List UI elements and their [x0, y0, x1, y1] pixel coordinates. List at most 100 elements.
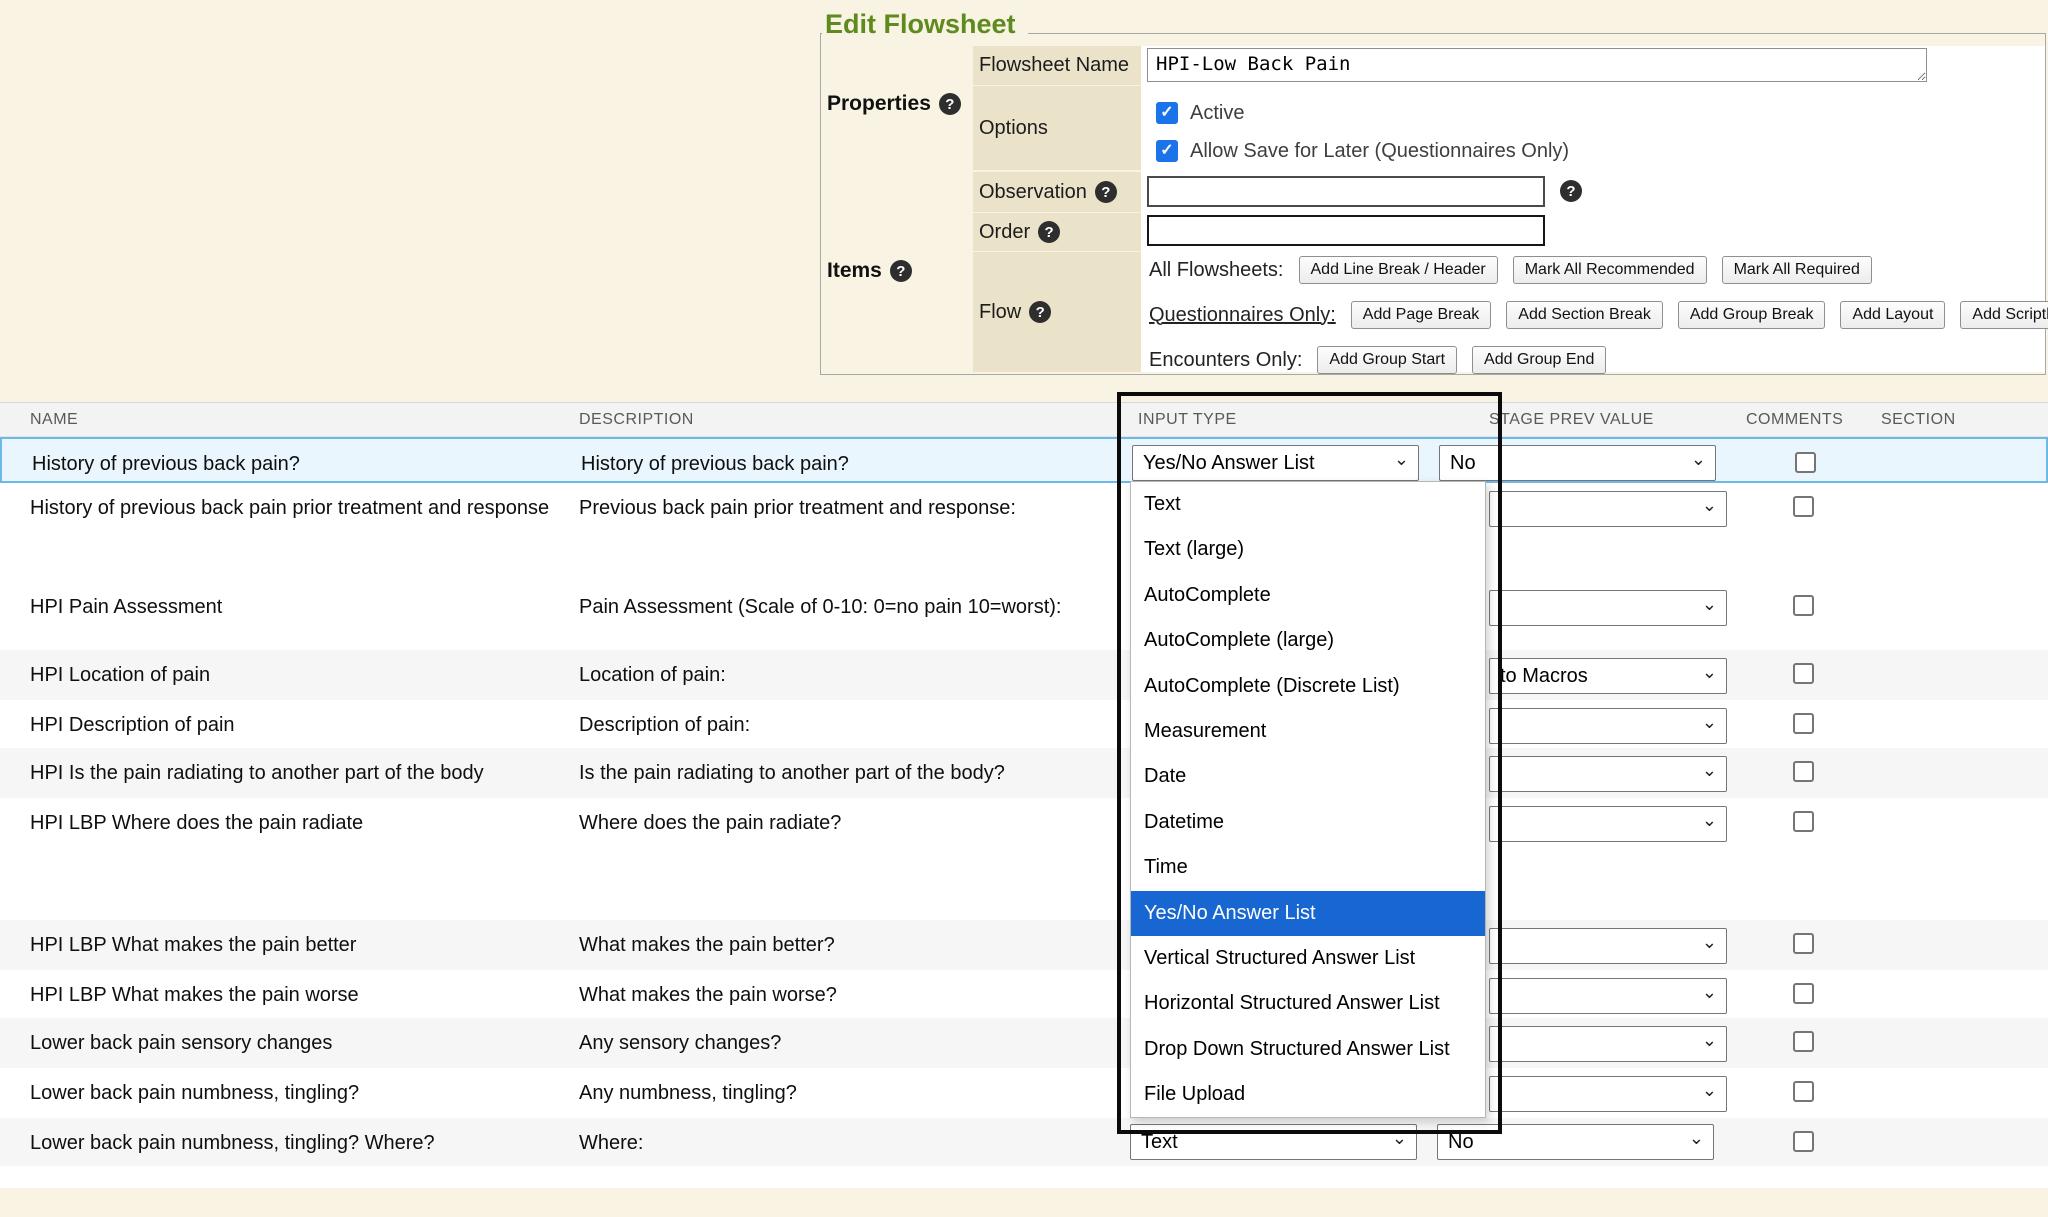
flow-line-questionnaires-only: Questionnaires Only: Add Page Break Add …	[1149, 300, 2048, 330]
comments-checkbox[interactable]: ✓	[1793, 663, 1814, 684]
comments-checkbox[interactable]: ✓	[1793, 1031, 1814, 1052]
select-value: Text	[1141, 1131, 1178, 1154]
stage-prev-value-select[interactable]: ⌄	[1489, 1076, 1727, 1112]
dropdown-option[interactable]: Measurement	[1131, 709, 1485, 754]
stage-prev-value-select[interactable]: ⌄	[1489, 928, 1727, 964]
select-value: No	[1450, 452, 1476, 475]
checkmark-icon: ✓	[1160, 105, 1173, 121]
item-name: Lower back pain sensory changes	[30, 1030, 550, 1057]
order-label: Order ?	[973, 213, 1141, 251]
stage-prev-value-select[interactable]: ⌄	[1489, 806, 1727, 842]
comments-checkbox[interactable]: ✓	[1793, 713, 1814, 734]
flow-action-button[interactable]: Add Scriptlet	[1960, 301, 2048, 329]
item-name: HPI Pain Assessment	[30, 594, 550, 621]
dropdown-option[interactable]: AutoComplete (large)	[1131, 618, 1485, 663]
chevron-down-icon: ⌄	[1702, 712, 1717, 733]
item-name: HPI LBP Where does the pain radiate	[30, 810, 550, 837]
dropdown-option[interactable]: Time	[1131, 845, 1485, 890]
flow-action-button[interactable]: Mark All Required	[1722, 256, 1872, 284]
comments-checkbox[interactable]: ✓	[1793, 761, 1814, 782]
default-value-select[interactable]: No ⌄	[1437, 1124, 1714, 1160]
items-group-label: Items ?	[827, 259, 912, 283]
stage-prev-value-select[interactable]: ⌄	[1489, 491, 1727, 527]
comments-checkbox[interactable]: ✓	[1793, 1081, 1814, 1102]
dropdown-option[interactable]: File Upload	[1131, 1072, 1485, 1117]
flow-action-button[interactable]: Add Page Break	[1351, 301, 1492, 329]
chevron-down-icon: ⌄	[1702, 760, 1717, 781]
comments-checkbox[interactable]: ✓	[1793, 811, 1814, 832]
observation-input[interactable]	[1147, 176, 1545, 207]
comments-checkbox[interactable]: ✓	[1793, 933, 1814, 954]
flow-action-button[interactable]: Add Layout	[1840, 301, 1945, 329]
all-flowsheets-label: All Flowsheets:	[1149, 259, 1284, 282]
edit-flowsheet-panel: Edit Flowsheet Properties ? Items ? Flow…	[820, 33, 2046, 375]
input-type-select[interactable]: Text ⌄	[1130, 1124, 1417, 1160]
option-checkbox[interactable]: ✓	[1156, 102, 1178, 124]
help-icon[interactable]: ?	[1038, 221, 1060, 243]
flow-action-button[interactable]: Mark All Recommended	[1513, 256, 1707, 284]
dropdown-option[interactable]: Drop Down Structured Answer List	[1131, 1027, 1485, 1072]
flow-label: Flow ?	[973, 252, 1141, 372]
checkmark-icon: ✓	[1160, 143, 1173, 159]
select-value: Yes/No Answer List	[1143, 452, 1315, 475]
column-header: COMMENTS	[1746, 403, 1843, 436]
option-checkbox[interactable]: ✓	[1156, 140, 1178, 162]
item-description: Previous back pain prior treatment and r…	[579, 495, 1064, 522]
help-icon[interactable]: ?	[1095, 181, 1117, 203]
table-row: Lower back pain sensory changes Any sens…	[0, 1018, 2048, 1068]
help-icon[interactable]: ?	[890, 260, 912, 282]
comments-checkbox[interactable]: ✓	[1793, 1131, 1814, 1152]
comments-checkbox[interactable]: ✓	[1793, 595, 1814, 616]
flow-action-button[interactable]: Add Section Break	[1506, 301, 1663, 329]
input-type-dropdown-menu: Text Text (large) AutoComplete AutoCompl…	[1130, 481, 1486, 1118]
option-line: ✓ Allow Save for Later (Questionnaires O…	[1156, 138, 1569, 164]
stage-prev-value-select[interactable]: ⌄	[1489, 978, 1727, 1014]
flow-line-encounters-only: Encounters Only: Add Group Start Add Gro…	[1149, 345, 1606, 375]
stage-prev-value-select[interactable]: ⌄	[1489, 1026, 1727, 1062]
dropdown-option[interactable]: Yes/No Answer List	[1131, 891, 1485, 936]
help-icon[interactable]: ?	[1560, 180, 1582, 202]
help-icon[interactable]: ?	[1029, 301, 1051, 323]
dropdown-option[interactable]: AutoComplete (Discrete List)	[1131, 664, 1485, 709]
default-value-select[interactable]: No ⌄	[1439, 445, 1716, 481]
stage-prev-value-select[interactable]: to Macros ⌄	[1489, 658, 1727, 694]
chevron-down-icon: ⌄	[1702, 1080, 1717, 1101]
chevron-down-icon: ⌄	[1702, 1030, 1717, 1051]
dropdown-option[interactable]: Vertical Structured Answer List	[1131, 936, 1485, 981]
stage-prev-value-select[interactable]: ⌄	[1489, 590, 1727, 626]
flowsheet-items-table-body: History of previous back pain? History o…	[0, 437, 2048, 1166]
item-name: Lower back pain numbness, tingling?	[30, 1080, 550, 1107]
dropdown-option[interactable]: Text	[1131, 482, 1485, 527]
help-icon[interactable]: ?	[939, 93, 961, 115]
dropdown-option[interactable]: Date	[1131, 754, 1485, 799]
item-description: History of previous back pain?	[581, 451, 1066, 478]
flow-action-button[interactable]: Add Group End	[1472, 346, 1606, 374]
table-header-row: NAME DESCRIPTION INPUT TYPE STAGE PREV V…	[0, 402, 2048, 437]
observation-label: Observation ?	[973, 172, 1141, 212]
column-header: NAME	[30, 403, 78, 436]
flow-action-button[interactable]: Add Group Break	[1678, 301, 1826, 329]
comments-checkbox[interactable]: ✓	[1793, 983, 1814, 1004]
questionnaires-only-label[interactable]: Questionnaires Only:	[1149, 304, 1336, 327]
stage-prev-value-select[interactable]: ⌄	[1489, 708, 1727, 744]
item-name: HPI Description of pain	[30, 712, 550, 739]
dropdown-option[interactable]: Text (large)	[1131, 527, 1485, 572]
item-description: Any sensory changes?	[579, 1030, 1064, 1057]
dropdown-option[interactable]: Horizontal Structured Answer List	[1131, 981, 1485, 1026]
order-input[interactable]	[1147, 215, 1545, 246]
item-name: Lower back pain numbness, tingling? Wher…	[30, 1130, 550, 1157]
input-type-select[interactable]: Yes/No Answer List ⌄	[1132, 445, 1419, 481]
stage-prev-value-select[interactable]: ⌄	[1489, 756, 1727, 792]
table-row: HPI LBP Where does the pain radiate Wher…	[0, 798, 2048, 920]
comments-checkbox[interactable]: ✓	[1795, 452, 1816, 473]
item-description: What makes the pain better?	[579, 932, 1064, 959]
flowsheet-name-input[interactable]: HPI-Low Back Pain	[1147, 48, 1927, 82]
flow-action-button[interactable]: Add Group Start	[1317, 346, 1457, 374]
dropdown-option[interactable]: Datetime	[1131, 800, 1485, 845]
page-title: Edit Flowsheet	[822, 9, 1028, 39]
flow-action-button[interactable]: Add Line Break / Header	[1299, 256, 1498, 284]
option-line: ✓ Active	[1156, 100, 1244, 126]
table-row: HPI Location of pain Location of pain: ⌄…	[0, 650, 2048, 700]
dropdown-option[interactable]: AutoComplete	[1131, 573, 1485, 618]
comments-checkbox[interactable]: ✓	[1793, 496, 1814, 517]
